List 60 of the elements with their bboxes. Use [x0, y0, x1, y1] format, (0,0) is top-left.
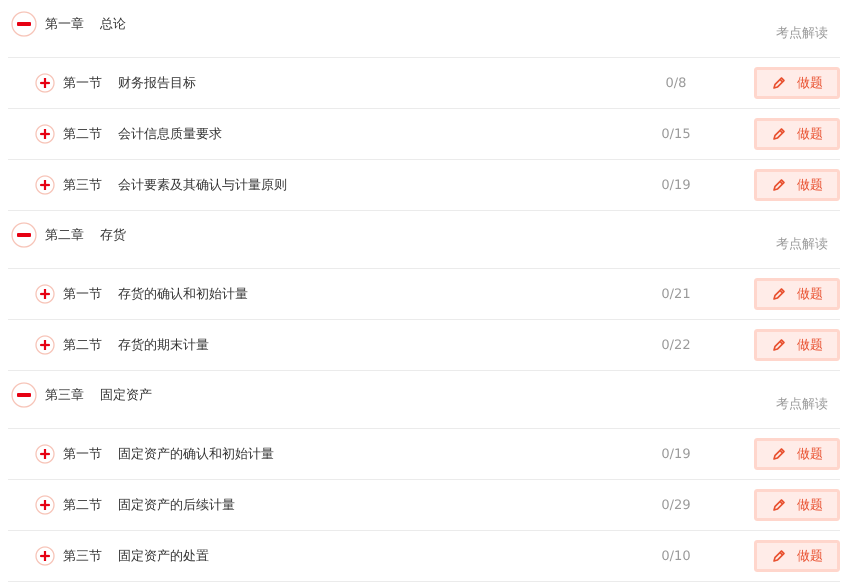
- chapter-title: 固定资产: [100, 386, 152, 404]
- expand-icon[interactable]: [35, 444, 55, 464]
- section-title: 固定资产的确认和初始计量: [118, 446, 274, 463]
- section-title: 会计信息质量要求: [118, 126, 222, 143]
- pencil-icon: [771, 497, 787, 513]
- pencil-icon: [771, 548, 787, 564]
- section-title: 财务报告目标: [118, 75, 196, 92]
- pencil-icon: [771, 75, 787, 91]
- pencil-icon: [771, 126, 787, 142]
- section-title: 存货的期末计量: [118, 337, 209, 354]
- practice-button[interactable]: 做题: [754, 169, 840, 201]
- analysis-link[interactable]: 考点解读: [776, 234, 828, 252]
- chapter-number: 第一章: [45, 16, 84, 32]
- section-number: 第一节: [63, 446, 102, 463]
- practice-button[interactable]: 做题: [754, 329, 840, 361]
- section-title: 存货的确认和初始计量: [118, 286, 248, 303]
- expand-icon[interactable]: [35, 284, 55, 304]
- section-title: 固定资产的后续计量: [118, 497, 235, 514]
- progress-count: 0/15: [660, 126, 692, 142]
- progress-count: 0/8: [664, 76, 688, 90]
- progress-count: 0/22: [660, 338, 692, 352]
- section-number: 第二节: [63, 337, 102, 354]
- progress-count: 0/21: [660, 286, 692, 302]
- expand-icon[interactable]: [35, 495, 55, 515]
- practice-button[interactable]: 做题: [754, 540, 840, 572]
- section-number: 第二节: [63, 497, 102, 514]
- collapse-icon[interactable]: [11, 10, 37, 36]
- progress-count: 0/29: [660, 498, 692, 512]
- practice-button[interactable]: 做题: [754, 489, 840, 521]
- progress-count: 0/19: [660, 446, 692, 462]
- section-number: 第二节: [63, 126, 102, 143]
- chapter-number: 第二章: [45, 226, 84, 244]
- pencil-icon: [771, 177, 787, 193]
- section-title: 会计要素及其确认与计量原则: [118, 177, 287, 194]
- section-number: 第三节: [63, 177, 102, 194]
- chapter-title: 存货: [100, 226, 126, 244]
- collapse-icon[interactable]: [11, 222, 37, 248]
- practice-button[interactable]: 做题: [754, 67, 840, 99]
- chapter-title: 总论: [100, 16, 126, 32]
- analysis-link[interactable]: 考点解读: [776, 394, 828, 412]
- expand-icon[interactable]: [35, 175, 55, 195]
- practice-button[interactable]: 做题: [754, 118, 840, 150]
- progress-count: 0/10: [660, 548, 692, 564]
- expand-icon[interactable]: [35, 73, 55, 93]
- expand-icon[interactable]: [35, 546, 55, 566]
- progress-count: 0/19: [660, 178, 692, 192]
- section-number: 第三节: [63, 548, 102, 565]
- analysis-link[interactable]: 考点解读: [776, 24, 828, 42]
- practice-button[interactable]: 做题: [754, 278, 840, 310]
- chapter-number: 第三章: [45, 386, 84, 404]
- pencil-icon: [771, 286, 787, 302]
- section-number: 第一节: [63, 75, 102, 92]
- practice-button[interactable]: 做题: [754, 438, 840, 470]
- section-number: 第一节: [63, 286, 102, 303]
- expand-icon[interactable]: [35, 335, 55, 355]
- expand-icon[interactable]: [35, 124, 55, 144]
- section-title: 固定资产的处置: [118, 548, 209, 565]
- pencil-icon: [771, 337, 787, 353]
- collapse-icon[interactable]: [11, 382, 37, 408]
- pencil-icon: [771, 446, 787, 462]
